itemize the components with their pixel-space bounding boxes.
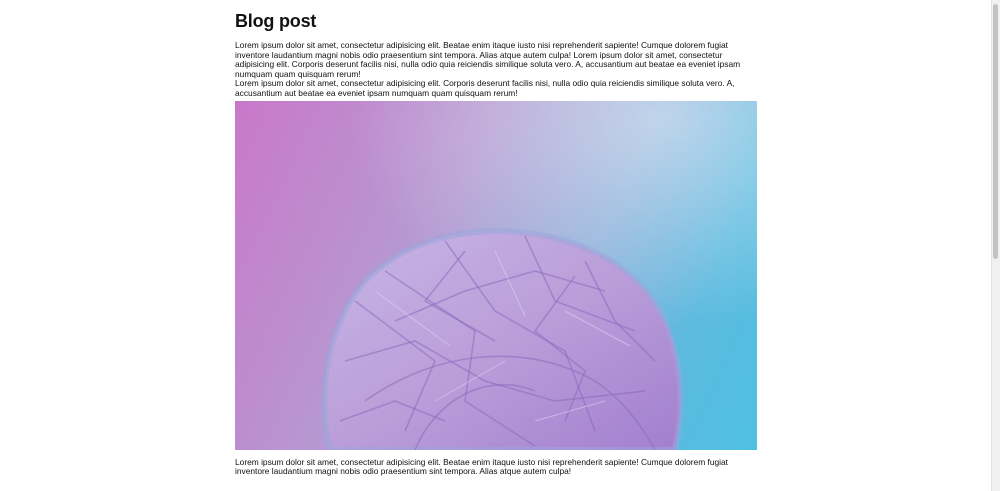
post-paragraph: Lorem ipsum dolor sit amet, consectetur … [235, 40, 741, 79]
blog-article: Blog post Lorem ipsum dolor sit amet, co… [235, 0, 757, 477]
hero-image-graphic [235, 100, 757, 450]
hero-image [235, 100, 757, 450]
page: Blog post Lorem ipsum dolor sit amet, co… [0, 0, 1000, 491]
scrollbar-thumb[interactable] [993, 4, 998, 259]
post-title: Blog post [235, 11, 317, 31]
page-scrollbar[interactable] [991, 0, 1000, 491]
post-paragraph: Lorem ipsum dolor sit amet, consectetur … [235, 78, 735, 98]
post-paragraph: Lorem ipsum dolor sit amet, consectetur … [235, 456, 728, 477]
